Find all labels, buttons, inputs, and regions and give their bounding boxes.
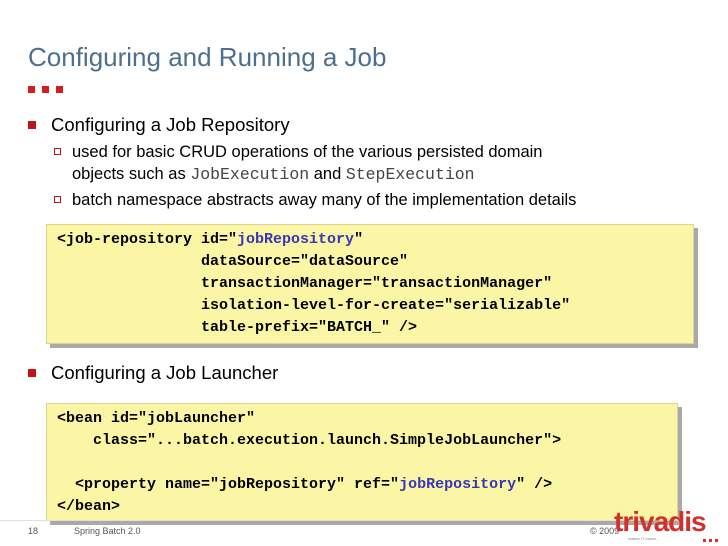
code-highlight: jobRepository bbox=[399, 476, 517, 493]
trivadis-logo: trivadis makes IT easier. bbox=[614, 506, 724, 544]
code-text: " /> bbox=[516, 476, 553, 493]
code-line: transactionManager="transactionManager" bbox=[57, 275, 553, 292]
red-square-icon bbox=[56, 86, 63, 93]
footer-divider bbox=[0, 520, 620, 521]
bullet-job-launcher: Configuring a Job Launcher bbox=[28, 362, 278, 384]
code-line: </bean> bbox=[57, 498, 121, 515]
sub-bullet-namespace: batch namespace abstracts away many of t… bbox=[54, 189, 576, 211]
code-line: table-prefix="BATCH_" /> bbox=[57, 319, 418, 336]
inline-code: JobExecution bbox=[190, 165, 310, 184]
inline-code: StepExecution bbox=[345, 165, 475, 184]
code-line: dataSource="dataSource" bbox=[57, 253, 409, 270]
slide-title: Configuring and Running a Job bbox=[28, 42, 387, 72]
footer-course-name: Spring Batch 2.0 bbox=[74, 526, 141, 536]
title-decoration bbox=[28, 86, 63, 93]
hollow-square-bullet-icon bbox=[54, 196, 61, 203]
logo-tagline: makes IT easier. bbox=[628, 536, 658, 541]
code-highlight: jobRepository bbox=[237, 231, 355, 248]
logo-dots-icon bbox=[703, 539, 718, 542]
red-square-icon bbox=[42, 86, 49, 93]
code-line: isolation-level-for-create="serializable… bbox=[57, 297, 571, 314]
code-block-job-launcher: <bean id="jobLauncher" class="...batch.e… bbox=[46, 403, 678, 521]
page-number: 18 bbox=[28, 526, 39, 536]
sub-bullet-crud: used for basic CRUD operations of the va… bbox=[54, 141, 542, 186]
hollow-square-bullet-icon bbox=[54, 148, 61, 155]
red-square-icon bbox=[28, 86, 35, 93]
code-text: " bbox=[354, 231, 364, 248]
square-bullet-icon bbox=[28, 121, 36, 129]
code-text: <job-repository id=" bbox=[57, 231, 238, 248]
sub-bullet-line: used for basic CRUD operations of the va… bbox=[72, 143, 543, 161]
logo-wordmark: trivadis bbox=[614, 506, 707, 537]
square-bullet-icon bbox=[28, 369, 36, 377]
bullet-text: Configuring a Job Repository bbox=[51, 114, 290, 135]
sub-bullet-text: and bbox=[309, 165, 346, 183]
bullet-job-repository: Configuring a Job Repository bbox=[28, 114, 290, 136]
sub-bullet-line: batch namespace abstracts away many of t… bbox=[72, 191, 577, 209]
code-line: class="...batch.execution.launch.SimpleJ… bbox=[57, 432, 562, 449]
bullet-text: Configuring a Job Launcher bbox=[51, 362, 279, 383]
code-line: <job-repository id="jobRepository" bbox=[57, 229, 683, 251]
sub-bullet-text: objects such as bbox=[72, 165, 191, 183]
sub-bullet-line: objects such as JobExecution and StepExe… bbox=[72, 163, 542, 186]
code-block-job-repository: <job-repository id="jobRepository" dataS… bbox=[46, 224, 694, 344]
code-text: <property name="jobRepository" ref=" bbox=[57, 476, 400, 493]
code-line: <bean id="jobLauncher" bbox=[57, 410, 256, 427]
code-line: <property name="jobRepository" ref="jobR… bbox=[57, 474, 667, 496]
